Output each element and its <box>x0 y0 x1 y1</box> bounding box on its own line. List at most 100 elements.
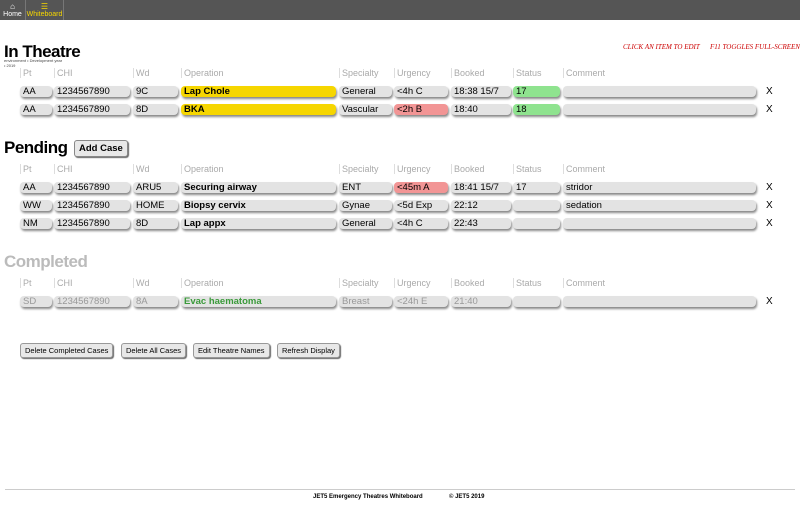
cell-specialty-col[interactable]: Breast <box>339 296 392 307</box>
column-header-urgency-col: Urgency <box>394 164 431 174</box>
home-icon: ⌂ <box>10 2 15 11</box>
column-header-specialty-col: Specialty <box>339 68 379 78</box>
column-header-urgency-col: Urgency <box>394 278 431 288</box>
edit-theatre-names-button[interactable]: Edit Theatre Names <box>193 343 270 358</box>
column-header-status-col: Status <box>513 164 542 174</box>
nav-home-button[interactable]: ⌂ Home <box>0 0 26 20</box>
environment-note: environment • Development year • 2019 <box>4 58 63 68</box>
cell-booked-col[interactable]: 21:40 <box>451 296 511 307</box>
cell-urgency-col[interactable]: <24h E <box>394 296 448 307</box>
remove-case-button[interactable]: X <box>766 218 773 229</box>
remove-case-button[interactable]: X <box>766 104 773 115</box>
column-header-status-col: Status <box>513 68 542 78</box>
delete-completed-button[interactable]: Delete Completed Cases <box>20 343 114 358</box>
cell-status-col[interactable] <box>513 296 560 307</box>
cell-operation-col[interactable]: Lap appx <box>181 218 336 229</box>
column-header-operation-col: Operation <box>181 68 224 78</box>
cell-operation-col[interactable]: Securing airway <box>181 182 336 193</box>
footer-copyright: © JET5 2019 <box>449 494 485 500</box>
footer-title: JET5 Emergency Theatres Whiteboard <box>313 494 423 500</box>
cell-specialty-col[interactable]: General <box>339 218 392 229</box>
column-header-booked-col: Booked <box>451 164 485 174</box>
click-edit-hint: CLICK AN ITEM TO EDIT <box>623 43 700 51</box>
column-header-pt-col: Pt <box>20 278 32 288</box>
cell-urgency-col[interactable]: <4h C <box>394 218 448 229</box>
cell-specialty-col[interactable]: Vascular <box>339 104 392 115</box>
cell-status-col[interactable]: 17 <box>513 182 560 193</box>
cell-comment-col[interactable]: sedation <box>563 200 756 211</box>
cell-status-col[interactable]: 18 <box>513 104 560 115</box>
cell-operation-col[interactable]: Evac haematoma <box>181 296 336 307</box>
cell-pt-col[interactable]: SD <box>20 296 52 307</box>
remove-case-button[interactable]: X <box>766 86 773 97</box>
remove-case-button[interactable]: X <box>766 182 773 193</box>
cell-ward-col[interactable]: 8D <box>133 218 178 229</box>
cell-booked-col[interactable]: 22:12 <box>451 200 511 211</box>
cell-chi-col[interactable]: 1234567890 <box>54 218 130 229</box>
cell-specialty-col[interactable]: Gynae <box>339 200 392 211</box>
cell-chi-col[interactable]: 1234567890 <box>54 104 130 115</box>
cell-specialty-col[interactable]: General <box>339 86 392 97</box>
column-header-ward-col: Wd <box>133 164 150 174</box>
column-header-booked-col: Booked <box>451 278 485 288</box>
cell-status-col[interactable] <box>513 218 560 229</box>
remove-case-button[interactable]: X <box>766 200 773 211</box>
cell-status-col[interactable]: 17 <box>513 86 560 97</box>
cell-urgency-col[interactable]: <5d Exp <box>394 200 448 211</box>
refresh-display-button[interactable]: Refresh Display <box>277 343 340 358</box>
nav-whiteboard-label: Whiteboard <box>26 11 63 18</box>
cell-comment-col[interactable] <box>563 296 756 307</box>
cell-ward-col[interactable]: 9C <box>133 86 178 97</box>
cell-ward-col[interactable]: 8D <box>133 104 178 115</box>
column-header-status-col: Status <box>513 278 542 288</box>
cell-comment-col[interactable]: stridor <box>563 182 756 193</box>
column-header-chi-col: CHI <box>54 164 73 174</box>
cell-status-col[interactable] <box>513 200 560 211</box>
cell-chi-col[interactable]: 1234567890 <box>54 86 130 97</box>
delete-all-button[interactable]: Delete All Cases <box>121 343 187 358</box>
column-header-pt-col: Pt <box>20 164 32 174</box>
cell-pt-col[interactable]: AA <box>20 86 52 97</box>
cell-urgency-col[interactable]: <2h B <box>394 104 448 115</box>
pending-title: Pending <box>4 138 68 157</box>
cell-operation-col[interactable]: Biopsy cervix <box>181 200 336 211</box>
column-header-urgency-col: Urgency <box>394 68 431 78</box>
cell-comment-col[interactable] <box>563 104 756 115</box>
column-header-chi-col: CHI <box>54 68 73 78</box>
cell-operation-col[interactable]: BKA <box>181 104 336 115</box>
cell-operation-col[interactable]: Lap Chole <box>181 86 336 97</box>
cell-booked-col[interactable]: 22:43 <box>451 218 511 229</box>
cell-booked-col[interactable]: 18:40 <box>451 104 511 115</box>
cell-urgency-col[interactable]: <4h C <box>394 86 448 97</box>
list-icon: ☰ <box>40 2 49 11</box>
cell-comment-col[interactable] <box>563 86 756 97</box>
cell-pt-col[interactable]: NM <box>20 218 52 229</box>
cell-chi-col[interactable]: 1234567890 <box>54 182 130 193</box>
cell-ward-col[interactable]: HOME <box>133 200 178 211</box>
cell-booked-col[interactable]: 18:41 15/7 <box>451 182 511 193</box>
cell-urgency-col[interactable]: <45m A <box>394 182 448 193</box>
column-header-booked-col: Booked <box>451 68 485 78</box>
f11-hint: F11 TOGGLES FULL-SCREEN <box>710 43 800 51</box>
column-header-comment-col: Comment <box>563 278 605 288</box>
add-case-button[interactable]: Add Case <box>74 140 128 157</box>
cell-ward-col[interactable]: ARU5 <box>133 182 178 193</box>
cell-pt-col[interactable]: AA <box>20 104 52 115</box>
cell-pt-col[interactable]: AA <box>20 182 52 193</box>
cell-ward-col[interactable]: 8A <box>133 296 178 307</box>
nav-whiteboard-button[interactable]: ☰ Whiteboard <box>26 0 64 20</box>
cell-comment-col[interactable] <box>563 218 756 229</box>
top-nav-bar: ⌂ Home ☰ Whiteboard <box>0 0 800 20</box>
column-header-pt-col: Pt <box>20 68 32 78</box>
remove-case-button[interactable]: X <box>766 296 773 307</box>
column-header-ward-col: Wd <box>133 68 150 78</box>
cell-chi-col[interactable]: 1234567890 <box>54 296 130 307</box>
cell-pt-col[interactable]: WW <box>20 200 52 211</box>
column-header-chi-col: CHI <box>54 278 73 288</box>
column-header-specialty-col: Specialty <box>339 278 379 288</box>
column-header-comment-col: Comment <box>563 164 605 174</box>
cell-chi-col[interactable]: 1234567890 <box>54 200 130 211</box>
cell-booked-col[interactable]: 18:38 15/7 <box>451 86 511 97</box>
column-header-ward-col: Wd <box>133 278 150 288</box>
cell-specialty-col[interactable]: ENT <box>339 182 392 193</box>
